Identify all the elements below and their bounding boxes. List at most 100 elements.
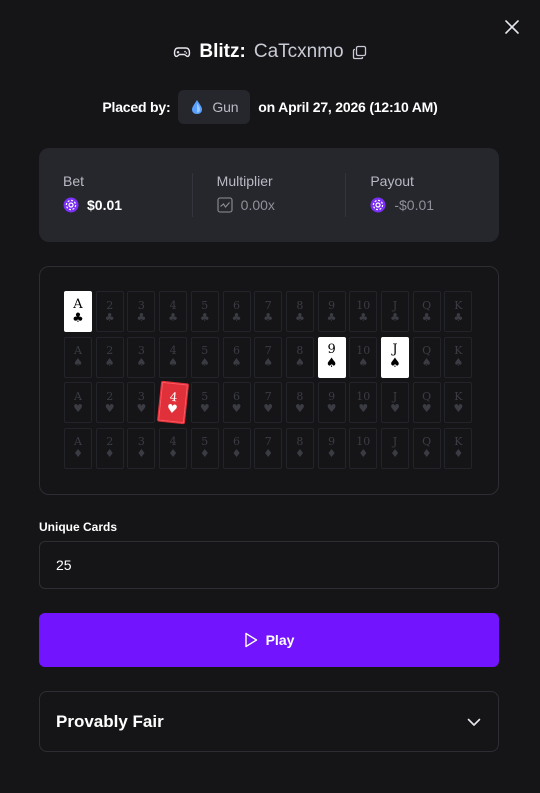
play-icon [244, 632, 258, 648]
provably-fair-title: Provably Fair [56, 711, 164, 731]
card-rank: J [392, 298, 398, 312]
revealed-card: J ♠ [381, 336, 409, 378]
unique-cards-input[interactable]: 25 [39, 541, 499, 589]
card-rank: 8 [296, 298, 304, 312]
card-slot: K ♠ [444, 336, 473, 378]
card-rank: 9 [328, 298, 336, 312]
card-slot: 4 ♣ [159, 291, 188, 332]
stat-payout-value: -$0.01 [394, 197, 435, 213]
card-suit: ♥ [73, 401, 83, 415]
card-suit: ♠ [136, 356, 147, 369]
card-slot: 2 ♠ [95, 336, 124, 378]
card-suit: ♠ [73, 356, 83, 369]
card-suit: ♣ [199, 310, 210, 324]
bet-stats-card: Bet $0.01 Multiplier 0.00x Payout -$0.01 [39, 148, 499, 242]
card-slot: 10 ♠ [349, 336, 378, 378]
copy-icon[interactable] [352, 45, 367, 60]
card-slot: Q ♠ [412, 336, 441, 378]
game-name: Blitz: [199, 41, 246, 62]
card-rank: 4 [169, 298, 177, 312]
stat-bet-label: Bet [63, 173, 85, 189]
card-suit: ♠ [231, 356, 242, 369]
card-slot: 3 ♥ [127, 382, 156, 423]
card-slot: 3 ♠ [127, 336, 156, 378]
card-slot: 6 ♦ [222, 427, 251, 469]
stat-bet: Bet $0.01 [39, 173, 192, 217]
card-suit: ♥ [104, 401, 115, 415]
card-slot: A ♦ [64, 427, 92, 469]
card-slot: 10 ♦ [349, 427, 378, 469]
placed-by-row: Placed by: Gun on April 27, 2026 (12:10 … [0, 90, 540, 124]
stat-bet-value: $0.01 [87, 197, 123, 213]
card-rank: 9 [327, 342, 336, 357]
card-suit: ♦ [326, 447, 337, 460]
close-button[interactable] [502, 17, 522, 37]
username: Gun [212, 99, 239, 115]
card-suit: ♠ [104, 356, 115, 369]
provably-fair-accordion[interactable]: Provably Fair [39, 691, 499, 752]
unique-cards-label: Unique Cards [39, 520, 118, 534]
card-suit: ♣ [104, 310, 115, 324]
card-rank: 10 [356, 298, 371, 312]
card-suit: ♦ [421, 447, 432, 460]
card-slot: J ♥ [381, 382, 409, 423]
stat-multiplier-label: Multiplier [216, 173, 273, 189]
card-rank: A [73, 296, 83, 312]
card-slot: 5 ♣ [190, 291, 219, 332]
card-suit: ♠ [325, 356, 338, 371]
card-suit: ♦ [453, 447, 464, 460]
card-suit: ♥ [231, 401, 242, 415]
game-id: CaTcxnmo [253, 41, 344, 62]
user-chip[interactable]: Gun [178, 90, 251, 124]
card-suit: ♥ [294, 401, 305, 415]
card-suit: ♥ [263, 401, 274, 415]
stat-payout-label: Payout [370, 173, 414, 189]
card-slot: Q ♦ [412, 427, 441, 469]
card-slot: 6 ♥ [222, 382, 251, 423]
placed-date: on April 27, 2026 (12:10 AM) [258, 99, 438, 115]
card-rank: 6 [233, 389, 240, 403]
casino-chip-icon [370, 197, 386, 213]
casino-chip-icon [63, 197, 79, 213]
card-slot: A ♥ [64, 382, 92, 423]
card-slot: J ♣ [381, 291, 409, 332]
card-suit: ♠ [294, 356, 305, 369]
card-rank: 3 [137, 389, 145, 403]
card-slot: 8 ♣ [285, 291, 314, 332]
stat-multiplier: Multiplier 0.00x [191, 173, 346, 217]
play-button-label: Play [265, 632, 295, 648]
modal-header: Blitz: CaTcxnmo [0, 40, 540, 64]
card-suit: ♠ [421, 356, 432, 369]
card-slot: 6 ♠ [222, 336, 251, 378]
card-rank: 2 [106, 389, 114, 403]
close-icon[interactable] [502, 17, 522, 37]
card-rank: Q [422, 389, 432, 403]
card-slot: 10 ♥ [349, 382, 378, 423]
card-suit: ♦ [104, 447, 115, 460]
card-slot: A ♠ [64, 336, 92, 378]
card-suit: ♣ [168, 310, 179, 324]
card-suit: ♣ [231, 310, 242, 324]
card-suit: ♥ [453, 401, 464, 415]
chevron-down-icon[interactable] [466, 714, 482, 730]
card-slot: 7 ♣ [254, 291, 283, 332]
card-slot: 9 ♥ [317, 382, 346, 423]
card-slot: 9 ♦ [317, 427, 346, 469]
card-rank: Q [422, 298, 432, 312]
card-slot: K ♣ [444, 291, 473, 332]
card-rank: K [454, 389, 463, 403]
card-slot: K ♦ [444, 427, 473, 469]
play-button[interactable]: Play [39, 613, 499, 667]
card-slot: 7 ♥ [254, 382, 283, 423]
card-slot: 5 ♦ [190, 427, 219, 469]
card-rank: A [74, 389, 82, 403]
card-suit: ♠ [199, 356, 210, 369]
card-suit: ♦ [390, 447, 400, 460]
card-suit: ♦ [73, 447, 83, 460]
card-suit: ♦ [263, 447, 274, 460]
card-slot: 3 ♣ [127, 291, 156, 332]
card-suit: ♣ [453, 310, 464, 324]
card-suit: ♠ [389, 356, 401, 371]
card-rank: 7 [264, 298, 272, 312]
card-rank: J [392, 389, 398, 403]
